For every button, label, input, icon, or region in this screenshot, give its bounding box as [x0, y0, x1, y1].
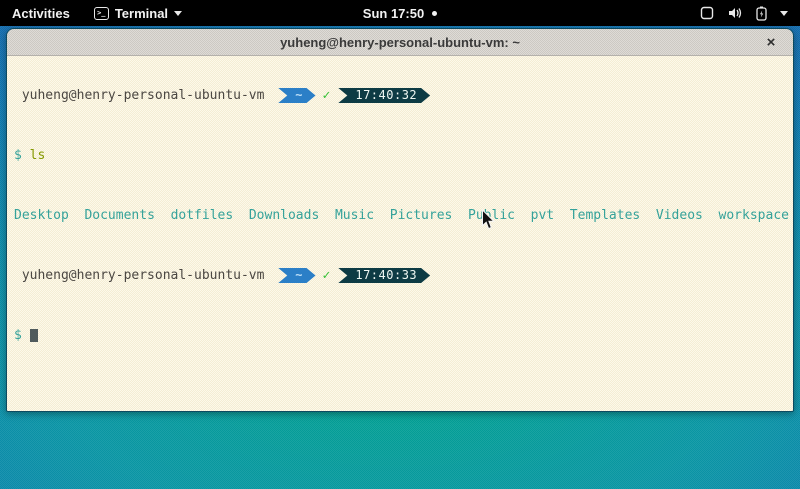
battery-charging-icon — [756, 6, 767, 21]
time-label: 17:40:32 — [355, 88, 417, 102]
directory-name: Public — [468, 208, 515, 223]
directory-name: Downloads — [249, 208, 319, 223]
volume-icon — [727, 6, 743, 20]
notification-dot-icon — [432, 11, 437, 16]
command-text: ls — [30, 148, 46, 163]
prompt-line-1: yuheng@henry-personal-ubuntu-vm ~ ✓ 17:40:… — [14, 88, 793, 103]
time-label: 17:40:33 — [355, 268, 417, 282]
focused-app-menu[interactable]: >_ Terminal — [82, 0, 194, 26]
screen-icon — [700, 6, 714, 20]
current-prompt-line: $ — [14, 328, 793, 343]
desktop: Activities >_ Terminal Sun 17:50 — [0, 0, 800, 489]
time-segment: 17:40:33 — [338, 268, 430, 283]
text-cursor — [30, 329, 38, 342]
window-titlebar[interactable]: yuheng@henry-personal-ubuntu-vm: ~ × — [7, 29, 793, 56]
close-button[interactable]: × — [759, 29, 783, 55]
prompt-user-host: yuheng@henry-personal-ubuntu-vm — [14, 268, 272, 283]
clock-label: Sun 17:50 — [363, 6, 424, 21]
clock-button[interactable]: Sun 17:50 — [351, 0, 449, 26]
directory-name: dotfiles — [171, 208, 234, 223]
prompt-symbol: $ — [14, 148, 22, 163]
terminal-app-icon: >_ — [94, 7, 109, 20]
directory-name: Desktop — [14, 208, 69, 223]
directory-name: Videos — [656, 208, 703, 223]
cwd-label: ~ — [295, 268, 302, 282]
focused-app-label: Terminal — [115, 6, 168, 21]
terminal-content[interactable]: yuheng@henry-personal-ubuntu-vm ~ ✓ 17:40:… — [7, 56, 793, 411]
cwd-segment: ~ — [278, 88, 315, 103]
status-check-icon: ✓ — [323, 268, 331, 283]
system-status-area[interactable] — [688, 0, 800, 26]
command-line: $ ls — [14, 148, 793, 163]
cwd-segment: ~ — [278, 268, 315, 283]
terminal-window: yuheng@henry-personal-ubuntu-vm: ~ × yuh… — [6, 28, 794, 412]
top-bar: Activities >_ Terminal Sun 17:50 — [0, 0, 800, 26]
directory-name: Templates — [570, 208, 640, 223]
prompt-user-host: yuheng@henry-personal-ubuntu-vm — [14, 88, 272, 103]
directory-name: pvt — [531, 208, 554, 223]
window-title: yuheng@henry-personal-ubuntu-vm: ~ — [280, 35, 520, 50]
directory-name: Music — [335, 208, 374, 223]
topbar-right — [688, 0, 800, 26]
topbar-left: Activities >_ Terminal — [0, 0, 194, 26]
prompt-line-2: yuheng@henry-personal-ubuntu-vm ~ ✓ 17:40:… — [14, 268, 793, 283]
directory-name: Pictures — [390, 208, 453, 223]
chevron-down-icon — [780, 11, 788, 16]
cwd-label: ~ — [295, 88, 302, 102]
activities-button[interactable]: Activities — [0, 0, 82, 26]
prompt-symbol: $ — [14, 328, 22, 343]
status-check-icon: ✓ — [323, 88, 331, 103]
directory-name: Documents — [84, 208, 154, 223]
time-segment: 17:40:32 — [338, 88, 430, 103]
chevron-down-icon — [174, 11, 182, 16]
directory-name: workspace — [719, 208, 789, 223]
ls-output: Desktop Documents dotfiles Downloads Mus… — [14, 208, 793, 223]
